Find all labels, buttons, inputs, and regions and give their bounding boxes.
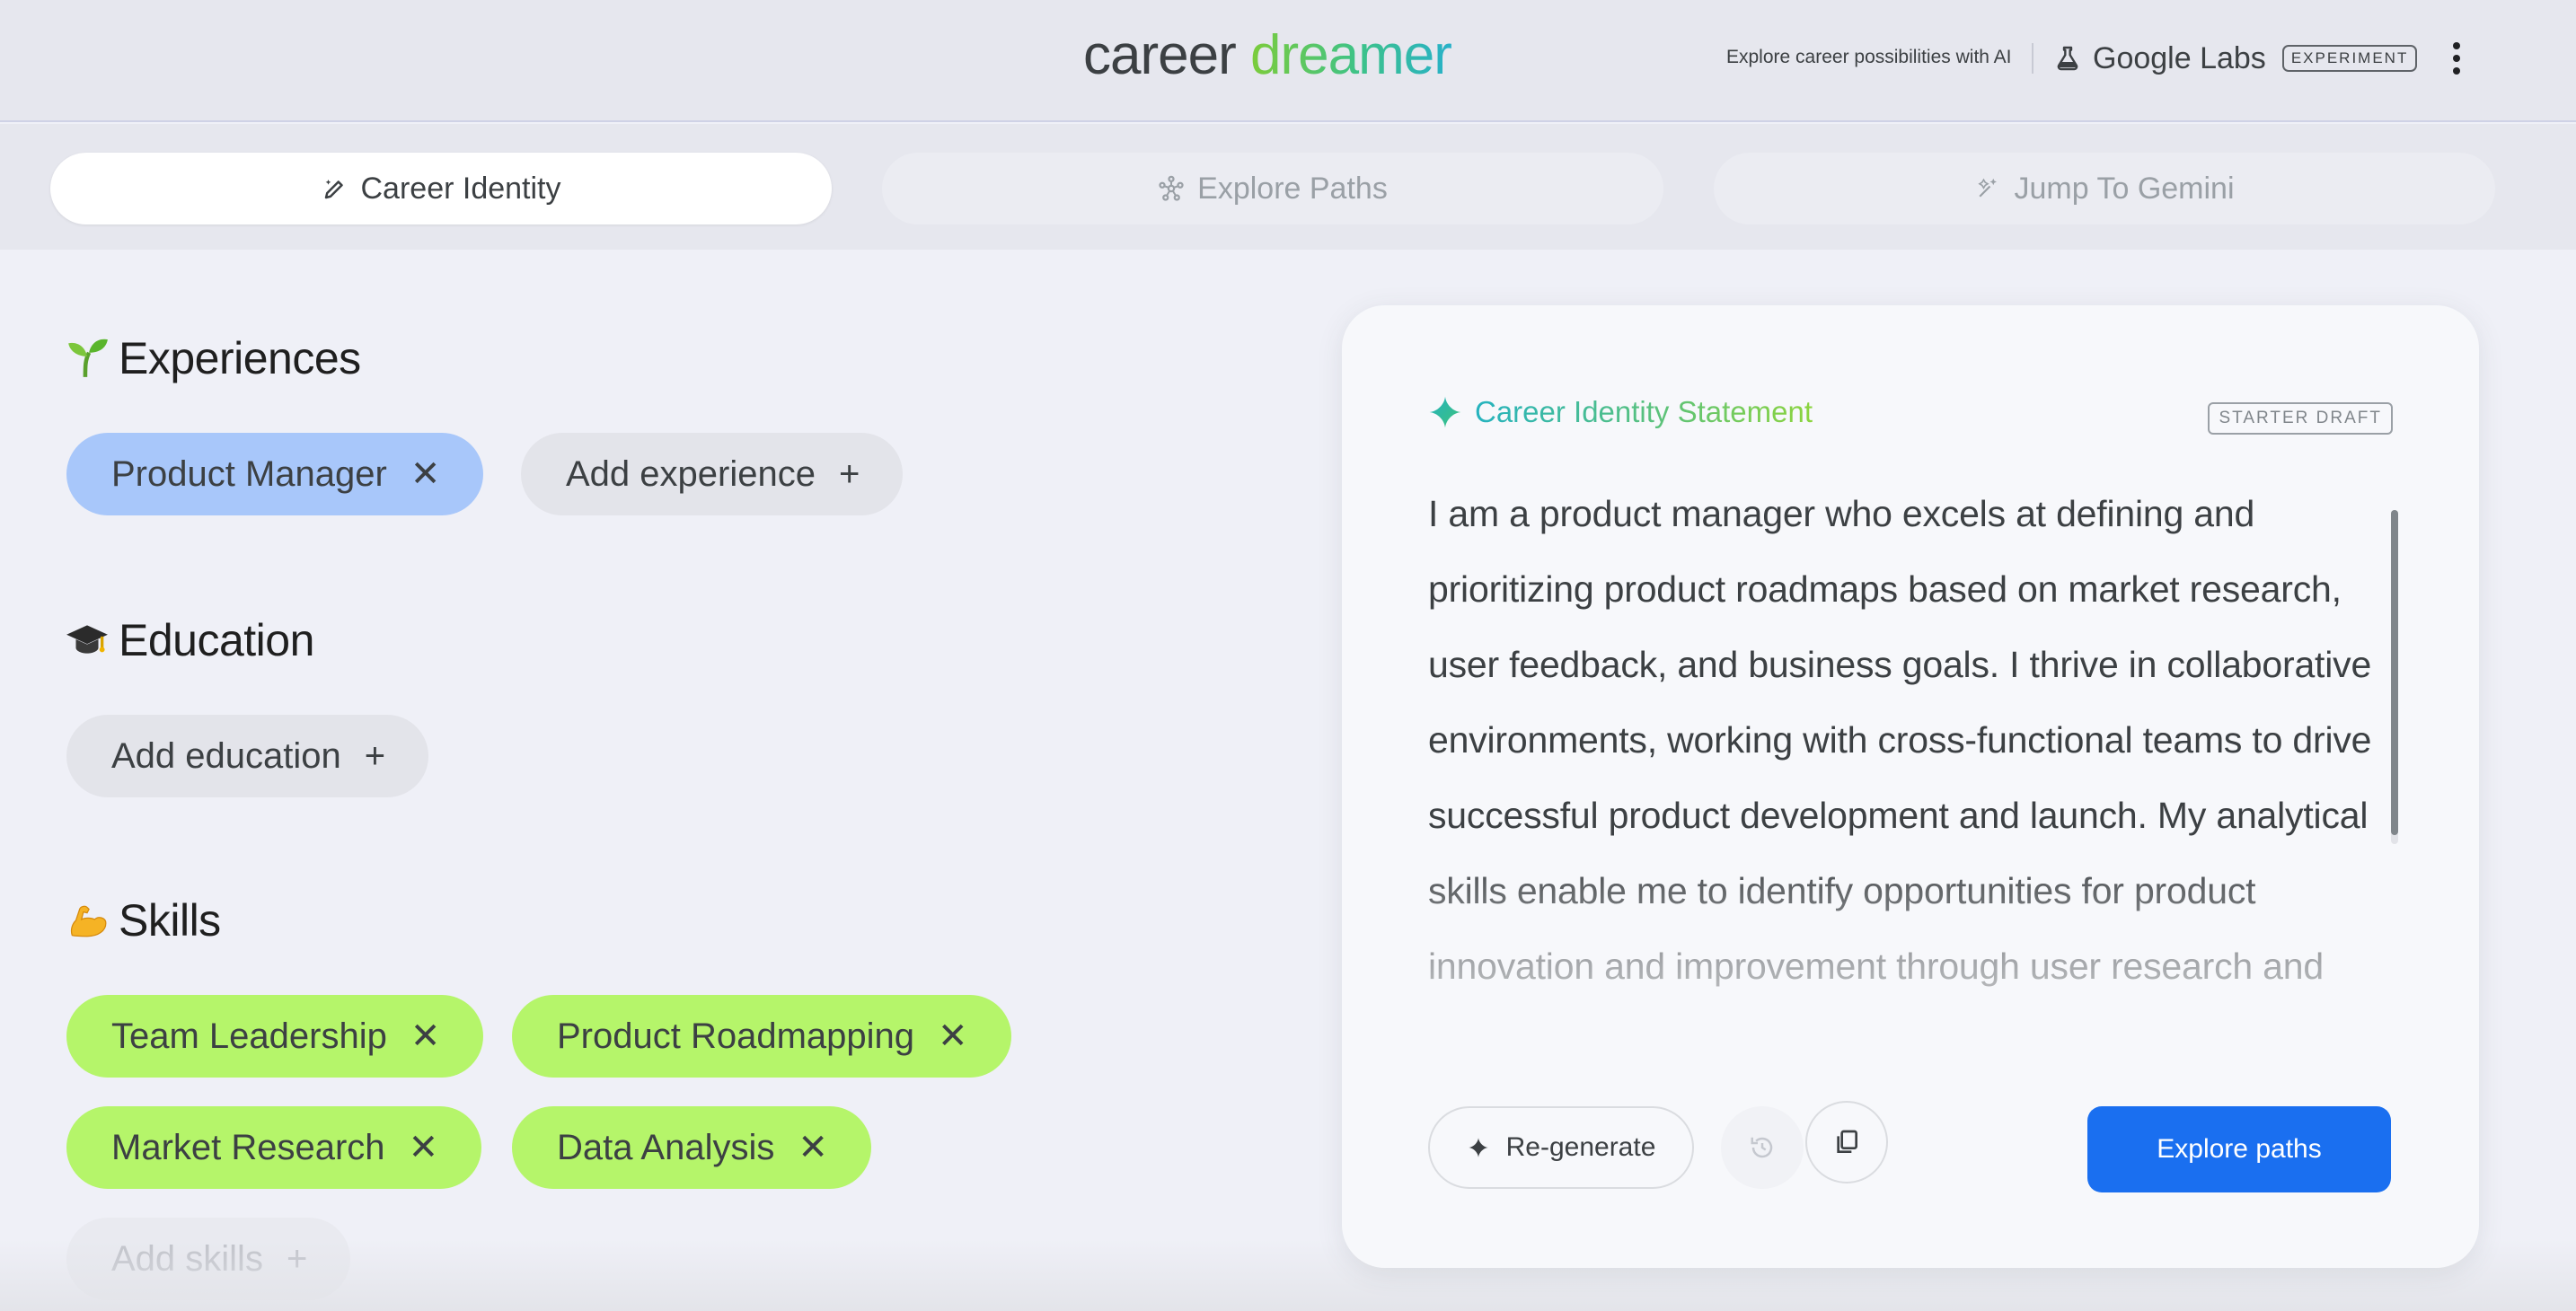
flask-icon [2057,46,2078,71]
chip-label: Market Research [111,1127,385,1167]
chip-label: Product Roadmapping [557,1016,915,1056]
education-heading: Education [65,614,314,666]
section-title-text: Education [119,615,314,665]
plus-icon: + [838,454,860,494]
statement-scrollbar[interactable] [2391,510,2398,844]
section-title-text: Experiences [119,333,361,383]
sparkle-icon [1468,1138,1488,1157]
tab-label: Jump To Gemini [2014,171,2235,206]
statement-scroll-area[interactable]: I am a product manager who excels at def… [1428,476,2398,997]
history-button[interactable] [1721,1106,1804,1189]
add-skills-button[interactable]: Add skills + [66,1218,351,1300]
regenerate-button[interactable]: Re-generate [1428,1106,1694,1189]
more-vert-icon[interactable] [2443,36,2470,81]
tab-career-identity[interactable]: Career Identity [50,153,832,224]
plus-icon: + [364,736,386,776]
chip-label: Product Manager [111,453,387,494]
logo-word-dreamer: dreamer [1249,24,1452,86]
app-header: career dreamer Explore career possibilit… [0,0,2576,122]
close-icon[interactable]: ✕ [410,1018,441,1054]
sparkle-icon [1429,396,1461,428]
tab-jump-to-gemini[interactable]: Jump To Gemini [1714,153,2495,224]
kebab-dot [2453,67,2460,75]
card-title: Career Identity Statement [1428,395,1813,429]
add-education-button[interactable]: Add education + [66,715,429,797]
network-icon [1159,175,1184,201]
tab-label: Explore Paths [1197,171,1388,206]
flexed-biceps-emoji [70,905,107,937]
section-title-text: Skills [119,895,221,946]
chip-label: Add skills [111,1238,263,1279]
google-labs-link[interactable]: Google Labs EXPERIMENT [2053,36,2418,81]
skill-chip[interactable]: Team Leadership ✕ [66,995,484,1078]
experiences-heading: Experiences [65,332,361,384]
tab-label: Career Identity [360,171,561,206]
skill-chip[interactable]: Product Roadmapping ✕ [512,995,1011,1078]
experiment-badge: EXPERIMENT [2281,45,2418,72]
skill-chip[interactable]: Market Research ✕ [66,1106,482,1189]
kebab-dot [2453,55,2460,62]
explore-paths-button[interactable]: Explore paths [2087,1106,2391,1192]
copy-icon [1837,1130,1857,1153]
plus-icon: + [286,1239,308,1279]
history-icon [1751,1137,1773,1158]
skill-chip[interactable]: Data Analysis ✕ [512,1106,871,1189]
chip-label: Data Analysis [557,1127,775,1167]
skills-heading: Skills [65,894,221,946]
app-logo[interactable]: career dreamer [1083,20,1452,92]
header-divider [2032,43,2033,74]
add-experience-button[interactable]: Add experience + [521,433,904,515]
scrollbar-thumb[interactable] [2391,510,2398,835]
kebab-dot [2453,42,2460,49]
tab-bar: Career Identity Explore Paths Jump To Ge… [0,124,2576,250]
tab-explore-paths[interactable]: Explore Paths [882,153,1663,224]
logo-word-career: career [1083,24,1237,86]
experience-chip[interactable]: Product Manager ✕ [66,433,484,515]
close-icon[interactable]: ✕ [938,1018,968,1054]
seedling-emoji [68,339,108,377]
close-icon[interactable]: ✕ [798,1130,828,1166]
close-icon[interactable]: ✕ [410,456,441,492]
career-identity-statement-card: Career Identity Statement STARTER DRAFT … [1342,305,2479,1268]
sparkle-arrow-icon [1978,178,1998,198]
close-icon[interactable]: ✕ [409,1130,439,1166]
labs-label: Google Labs [2093,40,2266,75]
regenerate-label: Re-generate [1505,1132,1656,1162]
edit-sparkle-icon [324,180,343,199]
statement-text: I am a product manager who excels at def… [1428,493,2372,987]
tagline: Explore career possibilities with AI [1726,47,2012,67]
chip-label: Team Leadership [111,1016,387,1056]
chip-label: Add experience [566,453,816,494]
card-title-text: Career Identity Statement [1475,395,1813,428]
copy-button[interactable] [1805,1101,1888,1183]
graduation-cap-emoji [66,625,108,654]
starter-draft-badge: STARTER DRAFT [2208,402,2393,435]
chip-label: Add education [111,735,341,776]
